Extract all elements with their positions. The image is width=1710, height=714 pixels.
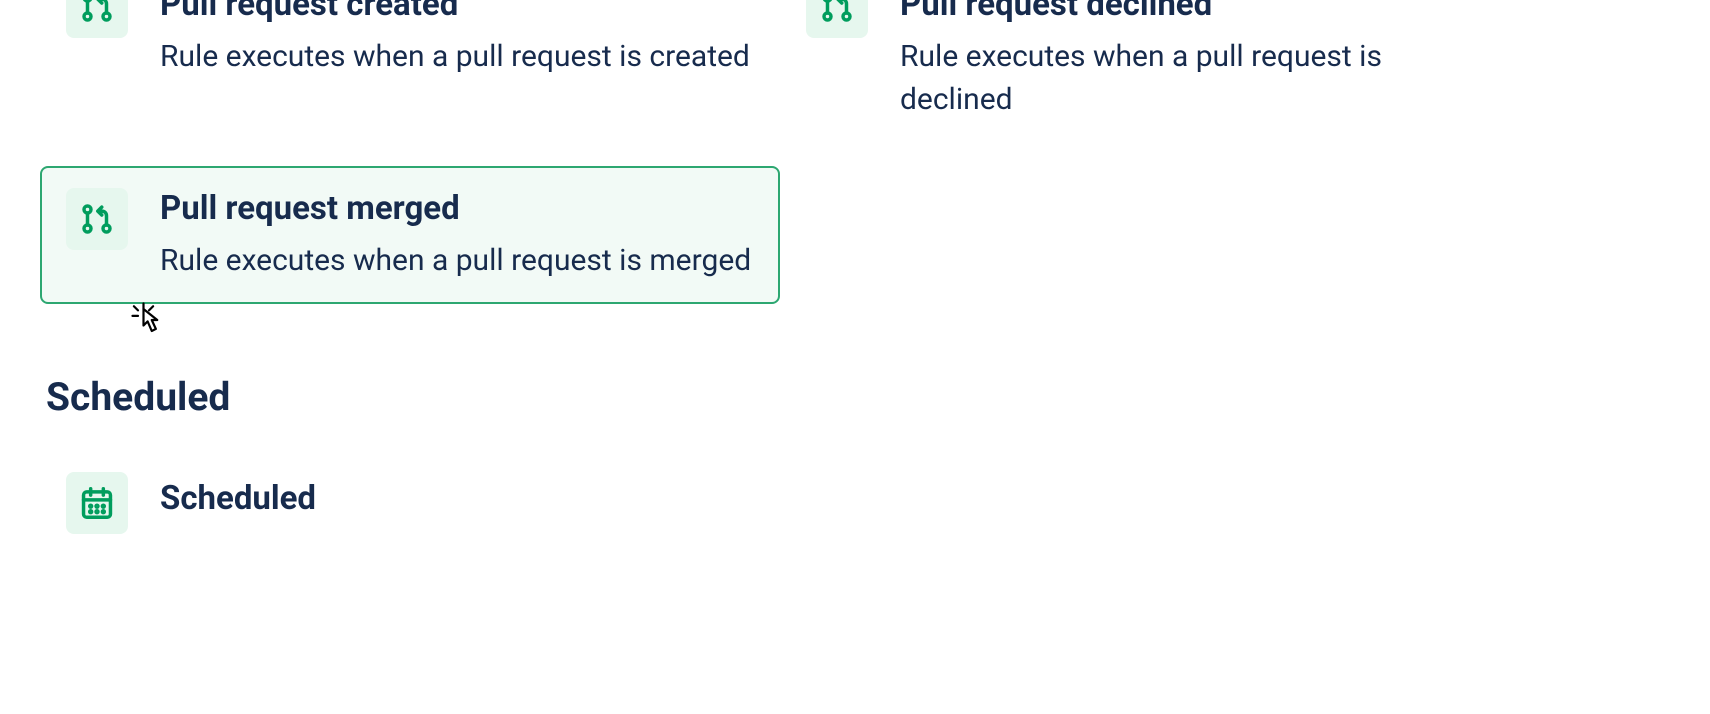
section-heading-scheduled: Scheduled xyxy=(40,374,1670,420)
trigger-card-pr-created[interactable]: Pull request created Rule executes when … xyxy=(40,0,780,100)
trigger-desc: Rule executes when a pull request is mer… xyxy=(160,239,751,283)
trigger-card-pr-merged[interactable]: Pull request merged Rule executes when a… xyxy=(40,166,780,304)
trigger-desc: Rule executes when a pull request is dec… xyxy=(900,35,1494,122)
cursor-pointer-icon xyxy=(127,298,171,346)
trigger-card-pr-declined[interactable]: Pull request declined Rule executes when… xyxy=(780,0,1520,144)
trigger-title: Pull request declined xyxy=(900,0,1494,27)
trigger-card-scheduled[interactable]: Scheduled xyxy=(40,450,780,556)
trigger-title: Scheduled xyxy=(160,478,316,521)
calendar-icon xyxy=(66,472,128,534)
pull-request-icon xyxy=(66,0,128,38)
trigger-desc: Rule executes when a pull request is cre… xyxy=(160,35,750,79)
pull-request-icon xyxy=(806,0,868,38)
pull-request-icon xyxy=(66,188,128,250)
trigger-title: Pull request merged xyxy=(160,188,751,231)
trigger-title: Pull request created xyxy=(160,0,750,27)
